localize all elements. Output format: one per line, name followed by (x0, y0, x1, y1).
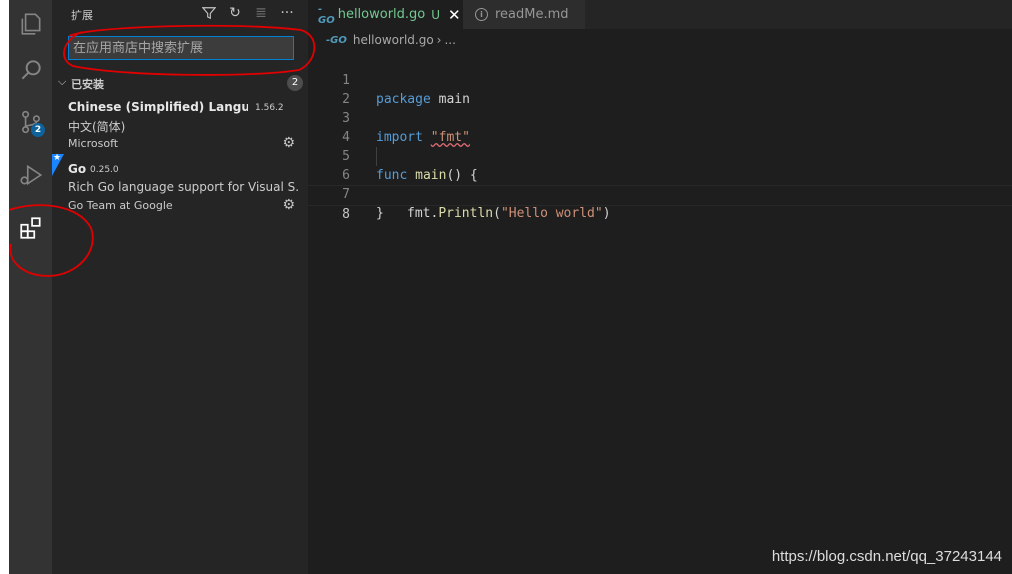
clear-icon[interactable]: ≣ (252, 5, 270, 21)
extensions-icon[interactable] (9, 204, 52, 252)
tab-helloworld-go[interactable]: -GO helloworld.go U ✕ (308, 0, 463, 29)
source-control-icon[interactable] (9, 98, 52, 146)
chevron-down-icon: ⌵ (58, 75, 67, 88)
extension-version: 0.25.0 (90, 165, 119, 175)
run-debug-icon[interactable] (9, 151, 52, 199)
go-file-icon: -GO (318, 3, 335, 26)
activity-bar: 2 (9, 0, 52, 574)
punctuation: ) (602, 206, 611, 221)
go-file-icon: -GO (326, 34, 347, 46)
breadcrumb-file[interactable]: helloworld.go (353, 33, 434, 47)
installed-count-badge: 2 (287, 75, 303, 91)
extension-search-box[interactable] (68, 36, 294, 60)
code-line: 3 import "fmt" (308, 90, 1012, 145)
code-line: 5 func main() { (308, 128, 1012, 183)
close-icon[interactable]: ✕ (448, 6, 461, 24)
chevron-right-icon: › (436, 33, 442, 47)
filter-icon[interactable] (200, 5, 218, 21)
extensions-sidebar: 扩展 ↻ ≣ ··· ⌵ 已安装 2 Chinese (Simplified) … (52, 0, 308, 574)
extension-name: Chinese (Simplified) Langu... (68, 100, 248, 114)
package-ref: fmt. (407, 206, 439, 221)
tab-bar: -GO helloworld.go U ✕ i readMe.md (308, 0, 1012, 29)
star-icon: ★ (53, 153, 62, 163)
extension-publisher: Go Team at Google (68, 199, 173, 212)
code-line: 2 (308, 71, 1012, 107)
watermark-text: https://blog.csdn.net/qq_37243144 (771, 548, 1002, 565)
tab-readme-md[interactable]: i readMe.md (463, 0, 585, 29)
tab-label: readMe.md (495, 7, 569, 22)
tab-label: helloworld.go (337, 7, 426, 22)
punctuation: } (376, 206, 384, 221)
extension-description: Rich Go language support for Visual S... (68, 180, 298, 194)
function-name: Println (438, 206, 494, 221)
extension-name: Go (68, 162, 87, 176)
breadcrumb: -GO helloworld.go › ... (326, 33, 456, 47)
code-line: 6 fmt.Println("Hello world") (308, 147, 1012, 221)
extension-description: 中文(简体) (68, 120, 126, 134)
punctuation: ( (493, 206, 501, 221)
search-icon[interactable] (9, 46, 52, 94)
sidebar-title: 扩展 (71, 9, 93, 22)
sidebar-actions: ↻ ≣ ··· (200, 5, 296, 21)
current-line: 8 (308, 185, 1012, 222)
line-number: 8 (342, 207, 350, 222)
installed-section-header[interactable]: ⌵ 已安装 2 (52, 73, 308, 93)
code-line: 4 (308, 109, 1012, 145)
info-icon: i (475, 8, 488, 21)
code-line: 1 package main (308, 52, 1012, 107)
installed-label: 已安装 (71, 78, 104, 91)
string-literal: "Hello world" (500, 206, 603, 221)
refresh-icon[interactable]: ↻ (226, 5, 244, 21)
extension-item-go[interactable]: ★ Go 0.25.0 Rich Go language support for… (52, 153, 308, 222)
editor-area: -GO helloworld.go U ✕ i readMe.md -GO he… (308, 0, 1012, 574)
more-actions-icon[interactable]: ··· (278, 5, 296, 21)
extension-item-chinese[interactable]: Chinese (Simplified) Langu... 1.56.2 中文(… (52, 100, 308, 160)
extension-publisher: Microsoft (68, 137, 119, 150)
untracked-status: U (431, 7, 441, 22)
breadcrumb-more[interactable]: ... (444, 33, 455, 47)
extension-search-input[interactable] (69, 37, 293, 60)
code-line: 7 } (308, 166, 1012, 221)
indent-guide (376, 147, 377, 166)
explorer-icon[interactable] (9, 0, 52, 48)
vscode-window: 2 扩展 ↻ ≣ ··· ⌵ 已安装 2 Chinese (Simplified… (9, 0, 1012, 574)
scm-badge: 2 (31, 123, 45, 137)
gear-icon[interactable]: ⚙ (282, 135, 295, 151)
gear-icon[interactable]: ⚙ (282, 197, 295, 213)
extension-version: 1.56.2 (255, 103, 284, 113)
